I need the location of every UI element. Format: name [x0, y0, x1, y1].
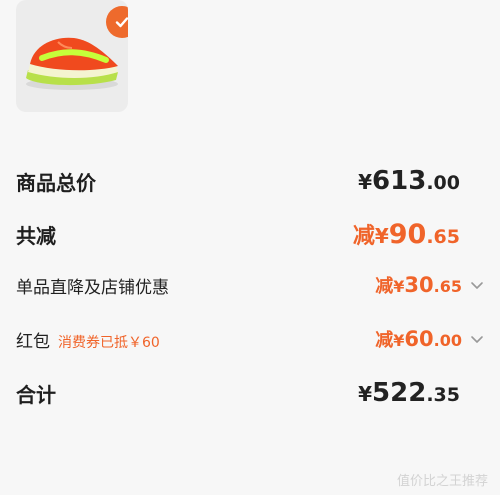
chevron-down-icon[interactable] — [470, 278, 484, 292]
redpacket-value-wrap: 减 ¥ 60 .00 — [375, 326, 484, 352]
coupon-note: 消费券已抵￥60 — [58, 334, 160, 351]
discount-label: 单品直降及店铺优惠 — [16, 277, 169, 298]
final-total-label: 合计 — [16, 382, 56, 407]
total-reduction-label: 共减 — [16, 223, 56, 248]
check-icon — [115, 17, 128, 28]
total-reduction-row: 共减 减 ¥ 90 .65 — [16, 218, 484, 250]
redpacket-label: 红包 — [16, 331, 50, 352]
product-thumbnail[interactable] — [16, 0, 128, 112]
total-price-value: ¥ 613 .00 — [358, 166, 460, 196]
discount-value-wrap: 减 ¥ 30 .65 — [375, 272, 484, 298]
discount-value: 减 ¥ 30 .65 — [375, 273, 462, 297]
redpacket-label-wrap: 红包 消费券已抵￥60 — [16, 327, 160, 352]
final-total-value: ¥ 522 .35 — [358, 378, 460, 408]
watermark-text: 值价比之王推荐 — [396, 474, 488, 489]
total-price-label: 商品总价 — [16, 170, 96, 195]
total-price-row: 商品总价 ¥ 613 .00 — [16, 166, 484, 196]
discount-row-redpacket[interactable]: 红包 消费券已抵￥60 减 ¥ 60 .00 — [16, 326, 484, 352]
final-total-row: 合计 ¥ 522 .35 — [16, 378, 484, 408]
chevron-down-icon[interactable] — [470, 332, 484, 346]
redpacket-value: 减 ¥ 60 .00 — [375, 327, 462, 351]
discount-row-store[interactable]: 单品直降及店铺优惠 减 ¥ 30 .65 — [16, 272, 484, 298]
total-reduction-value: 减 ¥ 90 .65 — [352, 219, 460, 250]
